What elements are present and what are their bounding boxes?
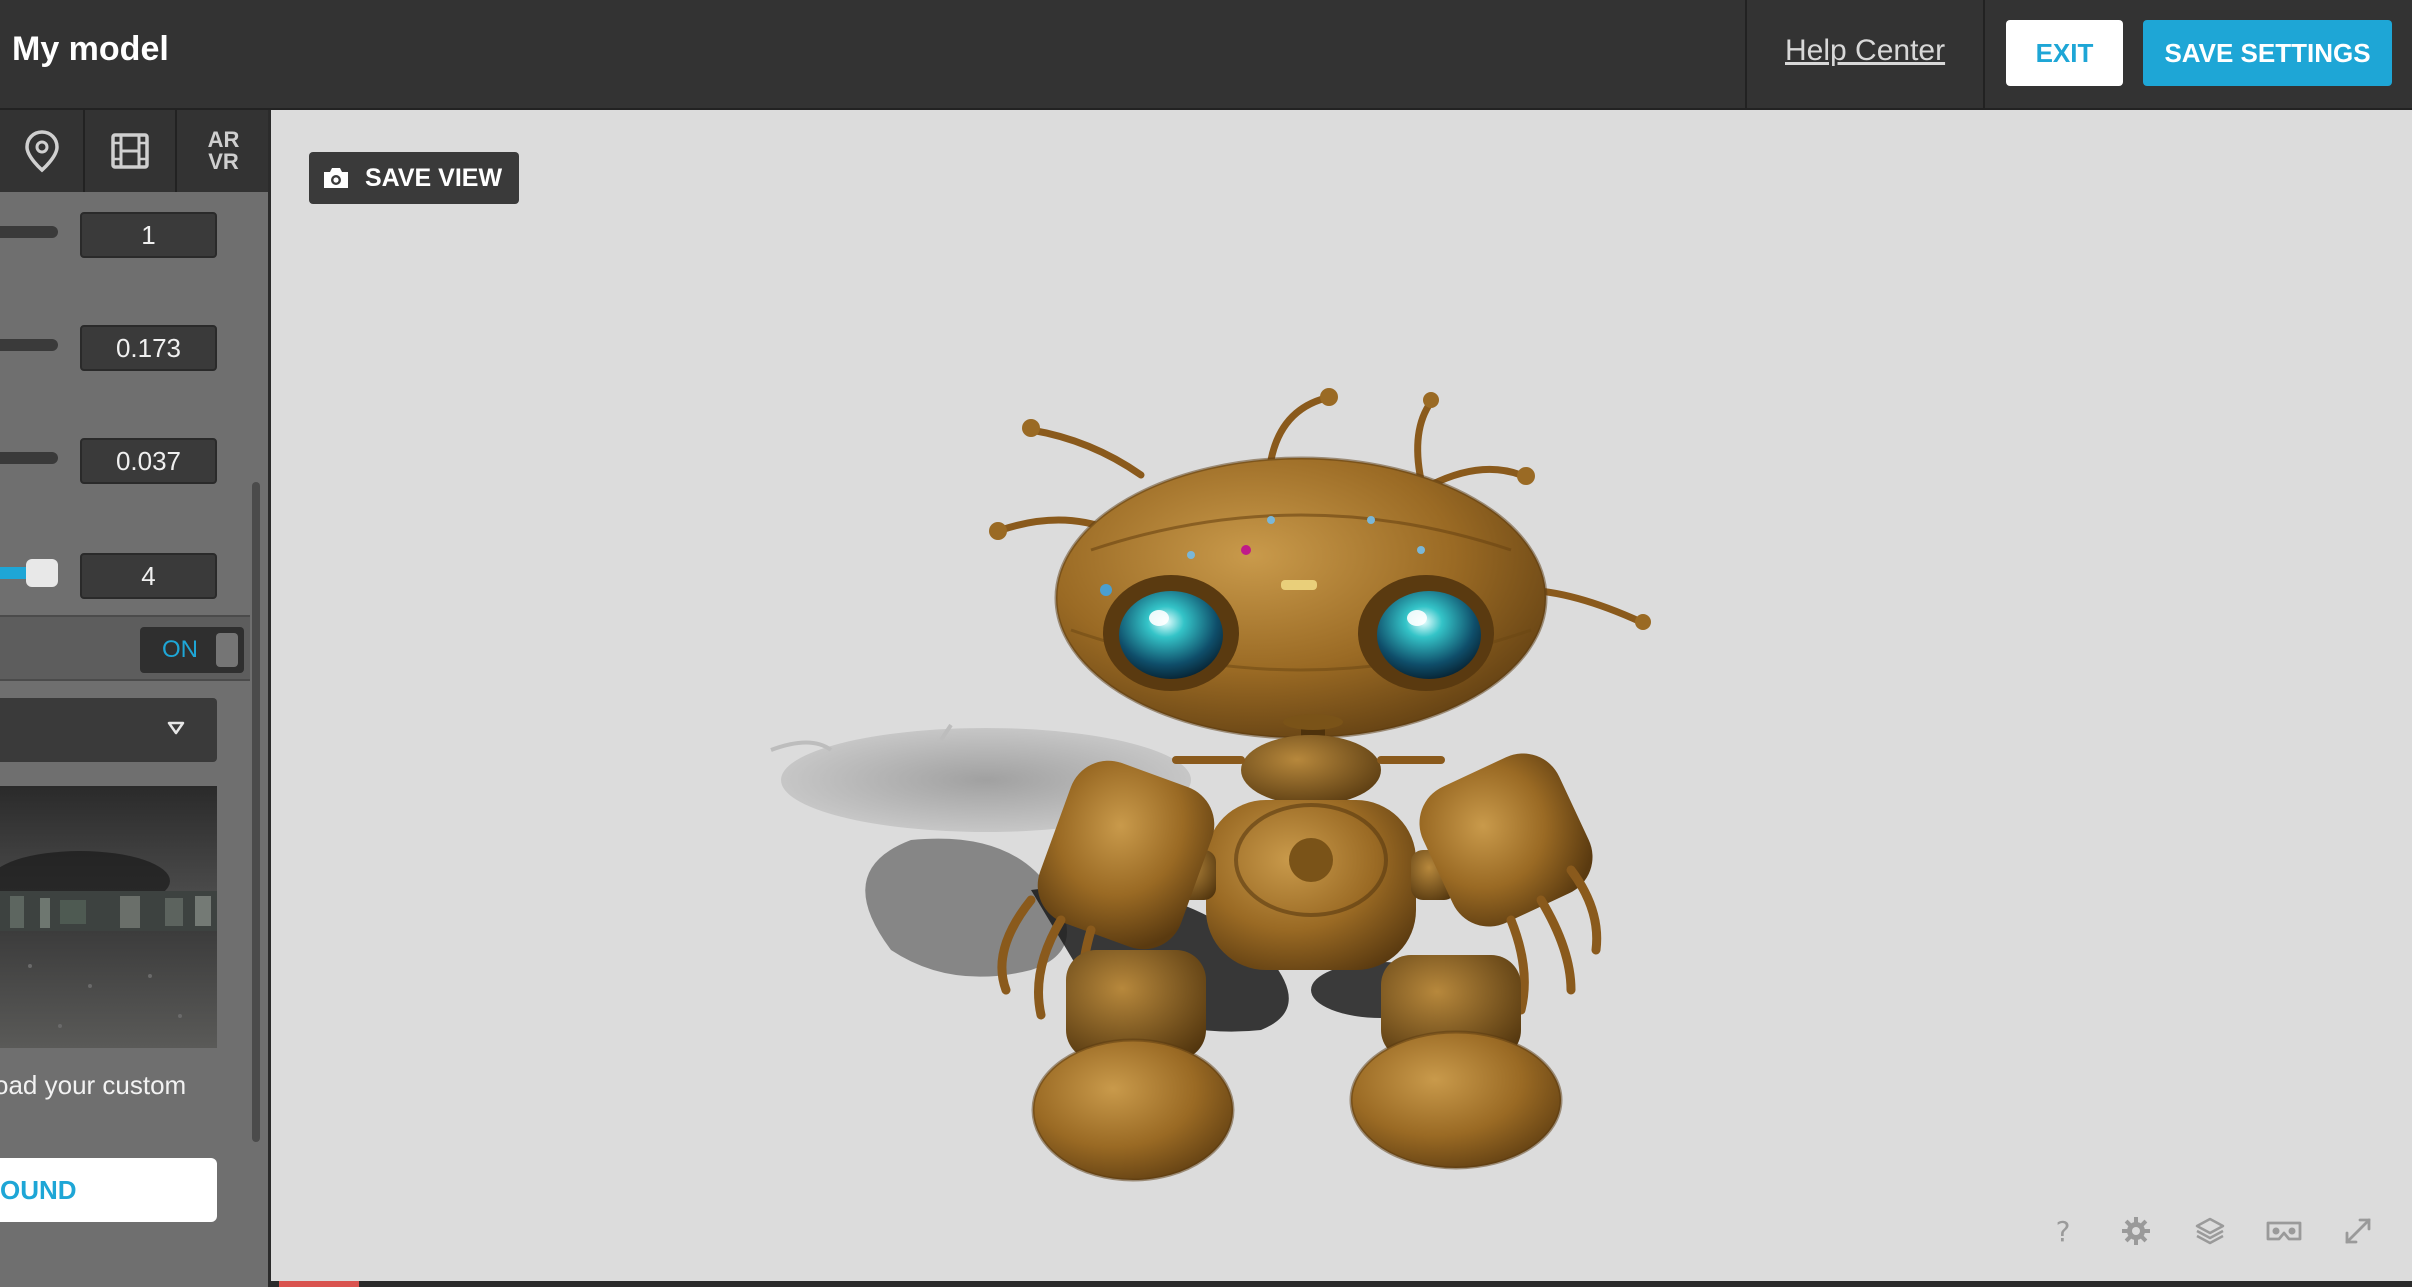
upload-background-button[interactable]: OUND bbox=[0, 1158, 217, 1222]
film-icon bbox=[111, 133, 149, 169]
value-field-1[interactable]: 1 bbox=[80, 212, 217, 258]
value-field-2[interactable]: 0.173 bbox=[80, 325, 217, 371]
exit-button[interactable]: EXIT bbox=[2006, 20, 2123, 86]
help-icon: ? bbox=[2055, 1214, 2071, 1248]
sidebar-tab-bar: AR VR bbox=[0, 110, 270, 192]
model-title: My model bbox=[12, 30, 169, 68]
layers-button[interactable] bbox=[2188, 1210, 2232, 1252]
layers-icon bbox=[2195, 1217, 2225, 1245]
progress-indicator bbox=[279, 1281, 359, 1287]
3d-viewport[interactable]: SAVE VIEW ? bbox=[271, 110, 2412, 1287]
vr-button[interactable] bbox=[2262, 1210, 2306, 1252]
vr-headset-icon bbox=[2266, 1221, 2302, 1241]
slider-1[interactable] bbox=[0, 226, 58, 238]
progress-strip bbox=[271, 1281, 2412, 1287]
value-field-3[interactable]: 0.037 bbox=[80, 438, 217, 484]
divider bbox=[1745, 0, 1747, 110]
pin-icon bbox=[24, 130, 59, 173]
toggle-row: ON bbox=[0, 615, 250, 681]
slider-2[interactable] bbox=[0, 339, 58, 351]
fullscreen-button[interactable] bbox=[2336, 1210, 2380, 1252]
sidebar-scrollbar[interactable] bbox=[252, 482, 260, 1142]
help-button[interactable]: ? bbox=[2041, 1210, 2085, 1252]
upload-hint-text: oad your custom bbox=[0, 1070, 187, 1100]
camera-icon bbox=[324, 168, 348, 188]
tab-ar-vr[interactable]: AR VR bbox=[175, 110, 270, 192]
ar-label: AR bbox=[207, 127, 240, 152]
slider-3[interactable] bbox=[0, 452, 58, 464]
top-bar: My model Help Center EXIT SAVE SETTINGS bbox=[0, 0, 2412, 110]
save-settings-button[interactable]: SAVE SETTINGS bbox=[2143, 20, 2392, 86]
slider-4-thumb[interactable] bbox=[26, 559, 58, 587]
toggle-label: ON bbox=[162, 636, 198, 663]
save-view-button[interactable]: SAVE VIEW bbox=[309, 152, 519, 204]
tab-annotations[interactable] bbox=[0, 110, 83, 192]
gear-icon bbox=[2122, 1217, 2150, 1245]
environment-preview-image[interactable] bbox=[0, 786, 217, 1048]
fullscreen-icon bbox=[2345, 1218, 2371, 1244]
toggle-knob bbox=[216, 633, 238, 667]
value-field-4[interactable]: 4 bbox=[80, 553, 217, 599]
on-off-toggle[interactable]: ON bbox=[140, 627, 244, 673]
settings-sidebar: AR VR 1 0.173 0.037 4 ON oad your custom… bbox=[0, 110, 270, 1287]
help-center-link[interactable]: Help Center bbox=[1785, 34, 1945, 68]
divider bbox=[1983, 0, 1985, 110]
settings-button[interactable] bbox=[2114, 1210, 2158, 1252]
tab-animation[interactable] bbox=[83, 110, 175, 192]
save-view-label: SAVE VIEW bbox=[365, 163, 503, 192]
environment-select[interactable] bbox=[0, 698, 217, 762]
ar-vr-label: AR VR bbox=[208, 129, 240, 173]
vr-label: VR bbox=[208, 149, 239, 174]
upload-button-label: OUND bbox=[0, 1174, 77, 1205]
robot-3d-model[interactable] bbox=[271, 110, 2412, 1287]
chevron-down-icon bbox=[167, 721, 185, 735]
